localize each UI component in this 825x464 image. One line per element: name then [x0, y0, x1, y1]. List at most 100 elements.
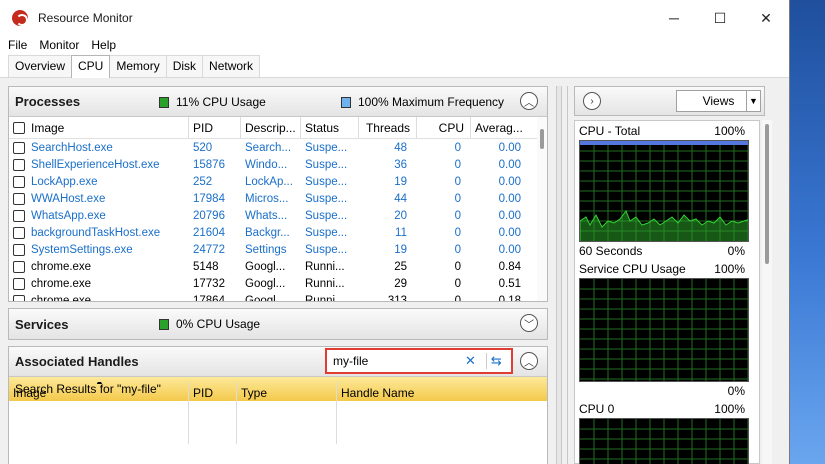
cpu-total-max: 100%	[714, 124, 745, 138]
process-threads: 19	[394, 243, 407, 256]
handles-search-input[interactable]	[333, 354, 459, 368]
handles-search-box: ✕ ⇆	[325, 348, 513, 374]
table-row[interactable]: chrome.exe 17864 Googl... Runni... 313 0 0.18	[9, 292, 547, 301]
select-all-checkbox[interactable]	[13, 121, 25, 134]
process-checkbox[interactable]	[13, 209, 25, 222]
dropdown-arrow-icon[interactable]: ▼	[746, 91, 760, 111]
col-handle-pid-header[interactable]: PID	[189, 382, 237, 444]
process-average-cpu: 0.84	[498, 260, 521, 273]
process-pid: 5148	[193, 260, 219, 273]
tab-disk[interactable]: Disk	[165, 55, 204, 77]
col-threads-header[interactable]: Threads	[359, 116, 417, 139]
process-checkbox[interactable]	[13, 294, 25, 301]
process-image-cell: LockApp.exe	[9, 175, 189, 188]
cpu-total-time-span: 60 Seconds	[579, 244, 643, 258]
process-pid: 17732	[193, 277, 225, 290]
process-average-cpu: 0.18	[498, 294, 521, 302]
process-checkbox[interactable]	[13, 175, 25, 188]
menu-help[interactable]: Help	[91, 38, 116, 52]
process-image-cell: SystemSettings.exe	[9, 243, 189, 256]
chevron-right-icon: ›	[590, 95, 594, 107]
cpu-total-chart	[580, 141, 748, 241]
process-description: Backgr...	[245, 226, 290, 239]
menu-monitor[interactable]: Monitor	[39, 38, 79, 52]
process-average-cpu: 0.00	[498, 158, 521, 171]
cpu-usage-swatch	[159, 96, 169, 108]
search-refresh-icon[interactable]: ⇆	[485, 353, 502, 369]
process-status: Runni...	[305, 260, 345, 273]
chevron-down-icon: ﹀	[524, 319, 534, 331]
col-cpu-header[interactable]: CPU	[417, 116, 471, 139]
max-frequency-legend: 100% Maximum Frequency	[341, 95, 504, 109]
process-pid: 21604	[193, 226, 225, 239]
minimize-button[interactable]: ─	[651, 0, 697, 36]
table-row[interactable]: ShellExperienceHost.exe 15876 Windo... Susp…	[9, 156, 547, 173]
window-title: Resource Monitor	[38, 11, 133, 25]
graphs-scroll-thumb[interactable]	[765, 124, 769, 264]
tab-cpu[interactable]: CPU	[71, 55, 111, 78]
cpu0-chart	[580, 419, 748, 464]
table-row[interactable]: backgroundTaskHost.exe 21604 Backgr... Susp…	[9, 224, 547, 241]
associated-handles-header[interactable]: Associated Handles ✕ ⇆ ︿	[9, 347, 547, 377]
process-checkbox[interactable]	[13, 277, 25, 290]
clear-search-icon[interactable]: ✕	[465, 353, 476, 369]
process-cpu: 0	[454, 192, 461, 205]
col-average-header[interactable]: Averag...	[471, 117, 531, 139]
process-image-name: WWAHost.exe	[31, 192, 106, 205]
views-dropdown[interactable]: Views ▼	[676, 90, 761, 112]
process-cpu: 0	[454, 260, 461, 273]
tab-overview[interactable]: Overview	[8, 55, 73, 77]
process-image-name: backgroundTaskHost.exe	[31, 226, 161, 239]
process-image-cell: backgroundTaskHost.exe	[9, 226, 189, 239]
collapse-processes-button[interactable]: ︿	[520, 92, 538, 110]
col-handle-name-header[interactable]: Handle Name	[337, 382, 537, 444]
col-image-header[interactable]: Image	[9, 116, 189, 139]
col-handle-type-header[interactable]: Type	[237, 382, 337, 444]
handles-column-headers: Image ▲ PID Type Handle Name	[9, 382, 547, 444]
processes-scroll-thumb[interactable]	[540, 129, 544, 149]
cpu0-title: CPU 0	[579, 402, 615, 416]
process-checkbox[interactable]	[13, 141, 25, 154]
process-checkbox[interactable]	[13, 158, 25, 171]
menu-file[interactable]: File	[8, 38, 27, 52]
process-description: Googl...	[245, 277, 286, 290]
tab-memory[interactable]: Memory	[109, 55, 167, 77]
process-threads: 25	[394, 260, 407, 273]
processes-header[interactable]: Processes 11% CPU Usage 100% Maximum Fre…	[9, 87, 547, 117]
table-row[interactable]: chrome.exe 5148 Googl... Runni... 25 0 0.84	[9, 258, 547, 275]
max-frequency-text: 100% Maximum Frequency	[358, 95, 505, 109]
col-pid-header[interactable]: PID	[189, 116, 241, 139]
process-cpu: 0	[454, 277, 461, 290]
process-checkbox[interactable]	[13, 192, 25, 205]
process-checkbox[interactable]	[13, 260, 25, 273]
collapse-handles-button[interactable]: ︿	[520, 352, 538, 370]
pane-splitter[interactable]	[556, 86, 562, 464]
graphs-scrollbar[interactable]	[762, 120, 772, 464]
processes-scrollbar[interactable]	[537, 117, 547, 301]
col-handle-image-header[interactable]: Image ▲	[9, 382, 189, 444]
services-header[interactable]: Services 0% CPU Usage ﹀	[9, 309, 547, 339]
table-row[interactable]: LockApp.exe 252 LockAp... Suspe... 19 0 0.00	[9, 173, 547, 190]
table-row[interactable]: SearchHost.exe 520 Search... Suspe... 48 0 0.0…	[9, 139, 547, 156]
process-threads: 44	[394, 192, 407, 205]
process-checkbox[interactable]	[13, 226, 25, 239]
process-cpu: 0	[454, 141, 461, 154]
table-row[interactable]: SystemSettings.exe 24772 Settings Suspe... 1…	[9, 241, 547, 258]
tab-network[interactable]: Network	[202, 55, 261, 77]
process-checkbox[interactable]	[13, 243, 25, 256]
services-cpu-legend: 0% CPU Usage	[159, 317, 260, 331]
process-image-cell: ShellExperienceHost.exe	[9, 158, 189, 171]
process-average-cpu: 0.00	[498, 226, 521, 239]
collapse-graphs-button[interactable]: ›	[583, 92, 601, 110]
table-row[interactable]: chrome.exe 17732 Googl... Runni... 29 0 0.51	[9, 275, 547, 292]
desktop-background	[789, 0, 825, 464]
expand-services-button[interactable]: ﹀	[520, 314, 538, 332]
close-button[interactable]: ✕	[743, 0, 789, 36]
process-pid: 17984	[193, 192, 225, 205]
table-row[interactable]: WhatsApp.exe 20796 Whats... Suspe... 20 0 0.00	[9, 207, 547, 224]
maximize-button[interactable]: ☐	[697, 0, 743, 36]
service-cpu-min: 0%	[727, 384, 745, 398]
table-row[interactable]: WWAHost.exe 17984 Micros... Suspe... 44 0 0.00	[9, 190, 547, 207]
col-description-header[interactable]: Descrip...	[241, 116, 301, 139]
col-status-header[interactable]: Status	[301, 116, 359, 139]
